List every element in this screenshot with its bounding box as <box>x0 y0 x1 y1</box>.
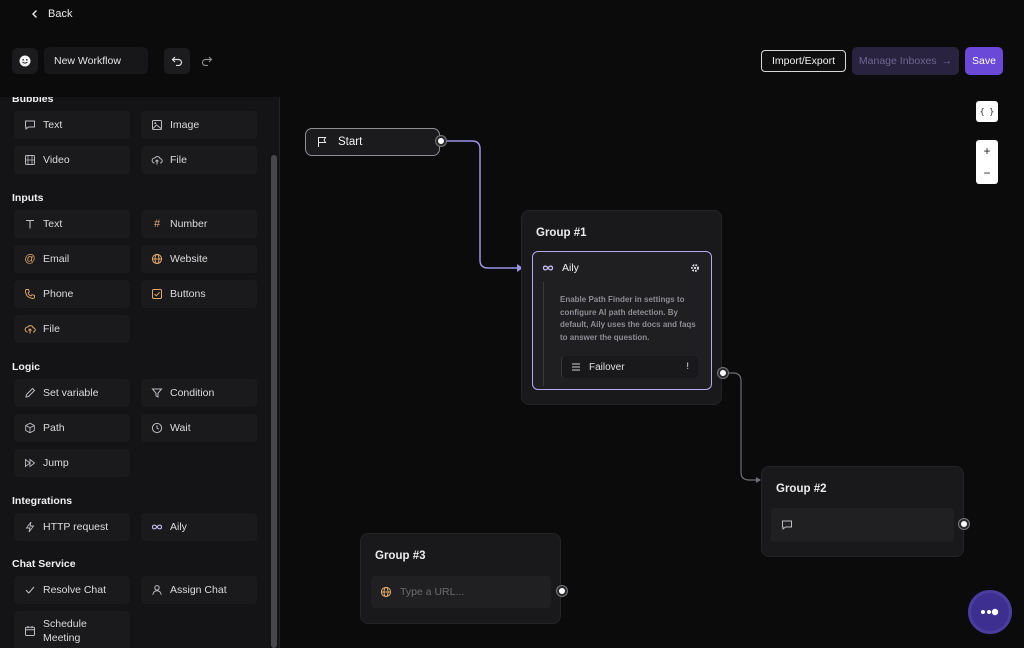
menu-icon <box>572 363 580 371</box>
group-3-output-port[interactable] <box>557 586 567 596</box>
globe-icon <box>380 586 392 598</box>
start-output-port[interactable] <box>436 136 446 146</box>
aily-label: Aily <box>562 262 579 274</box>
failover-item[interactable]: Failover ! <box>561 356 698 378</box>
failover-output-port[interactable] <box>718 368 728 378</box>
group-3-website-input[interactable]: Type a URL... <box>371 576 551 608</box>
url-placeholder: Type a URL... <box>400 586 465 598</box>
start-label: Start <box>338 136 363 148</box>
group-1-title: Group #1 <box>536 227 587 239</box>
failover-label: Failover <box>589 361 625 373</box>
group-2-text-bubble[interactable] <box>771 508 954 542</box>
gear-icon[interactable] <box>690 263 700 273</box>
aily-block[interactable]: Aily Enable Path Finder in settings to c… <box>532 251 712 390</box>
group-2-title: Group #2 <box>776 483 827 495</box>
flag-icon <box>318 137 327 147</box>
group-2-output-port[interactable] <box>959 519 969 529</box>
edge-group1-to-group2 <box>723 372 760 481</box>
infinity-icon <box>542 265 554 271</box>
warning-badge: ! <box>686 361 689 372</box>
aily-header: Aily <box>542 262 579 274</box>
group-3-title: Group #3 <box>375 550 426 562</box>
message-icon <box>782 520 792 531</box>
chat-launcher-icon <box>981 608 999 616</box>
aily-divider <box>543 282 544 386</box>
aily-description: Enable Path Finder in settings to config… <box>560 295 696 342</box>
chat-launcher-button[interactable] <box>968 590 1012 634</box>
start-node[interactable]: Start <box>305 128 440 156</box>
edge-start-to-aily <box>441 140 522 269</box>
